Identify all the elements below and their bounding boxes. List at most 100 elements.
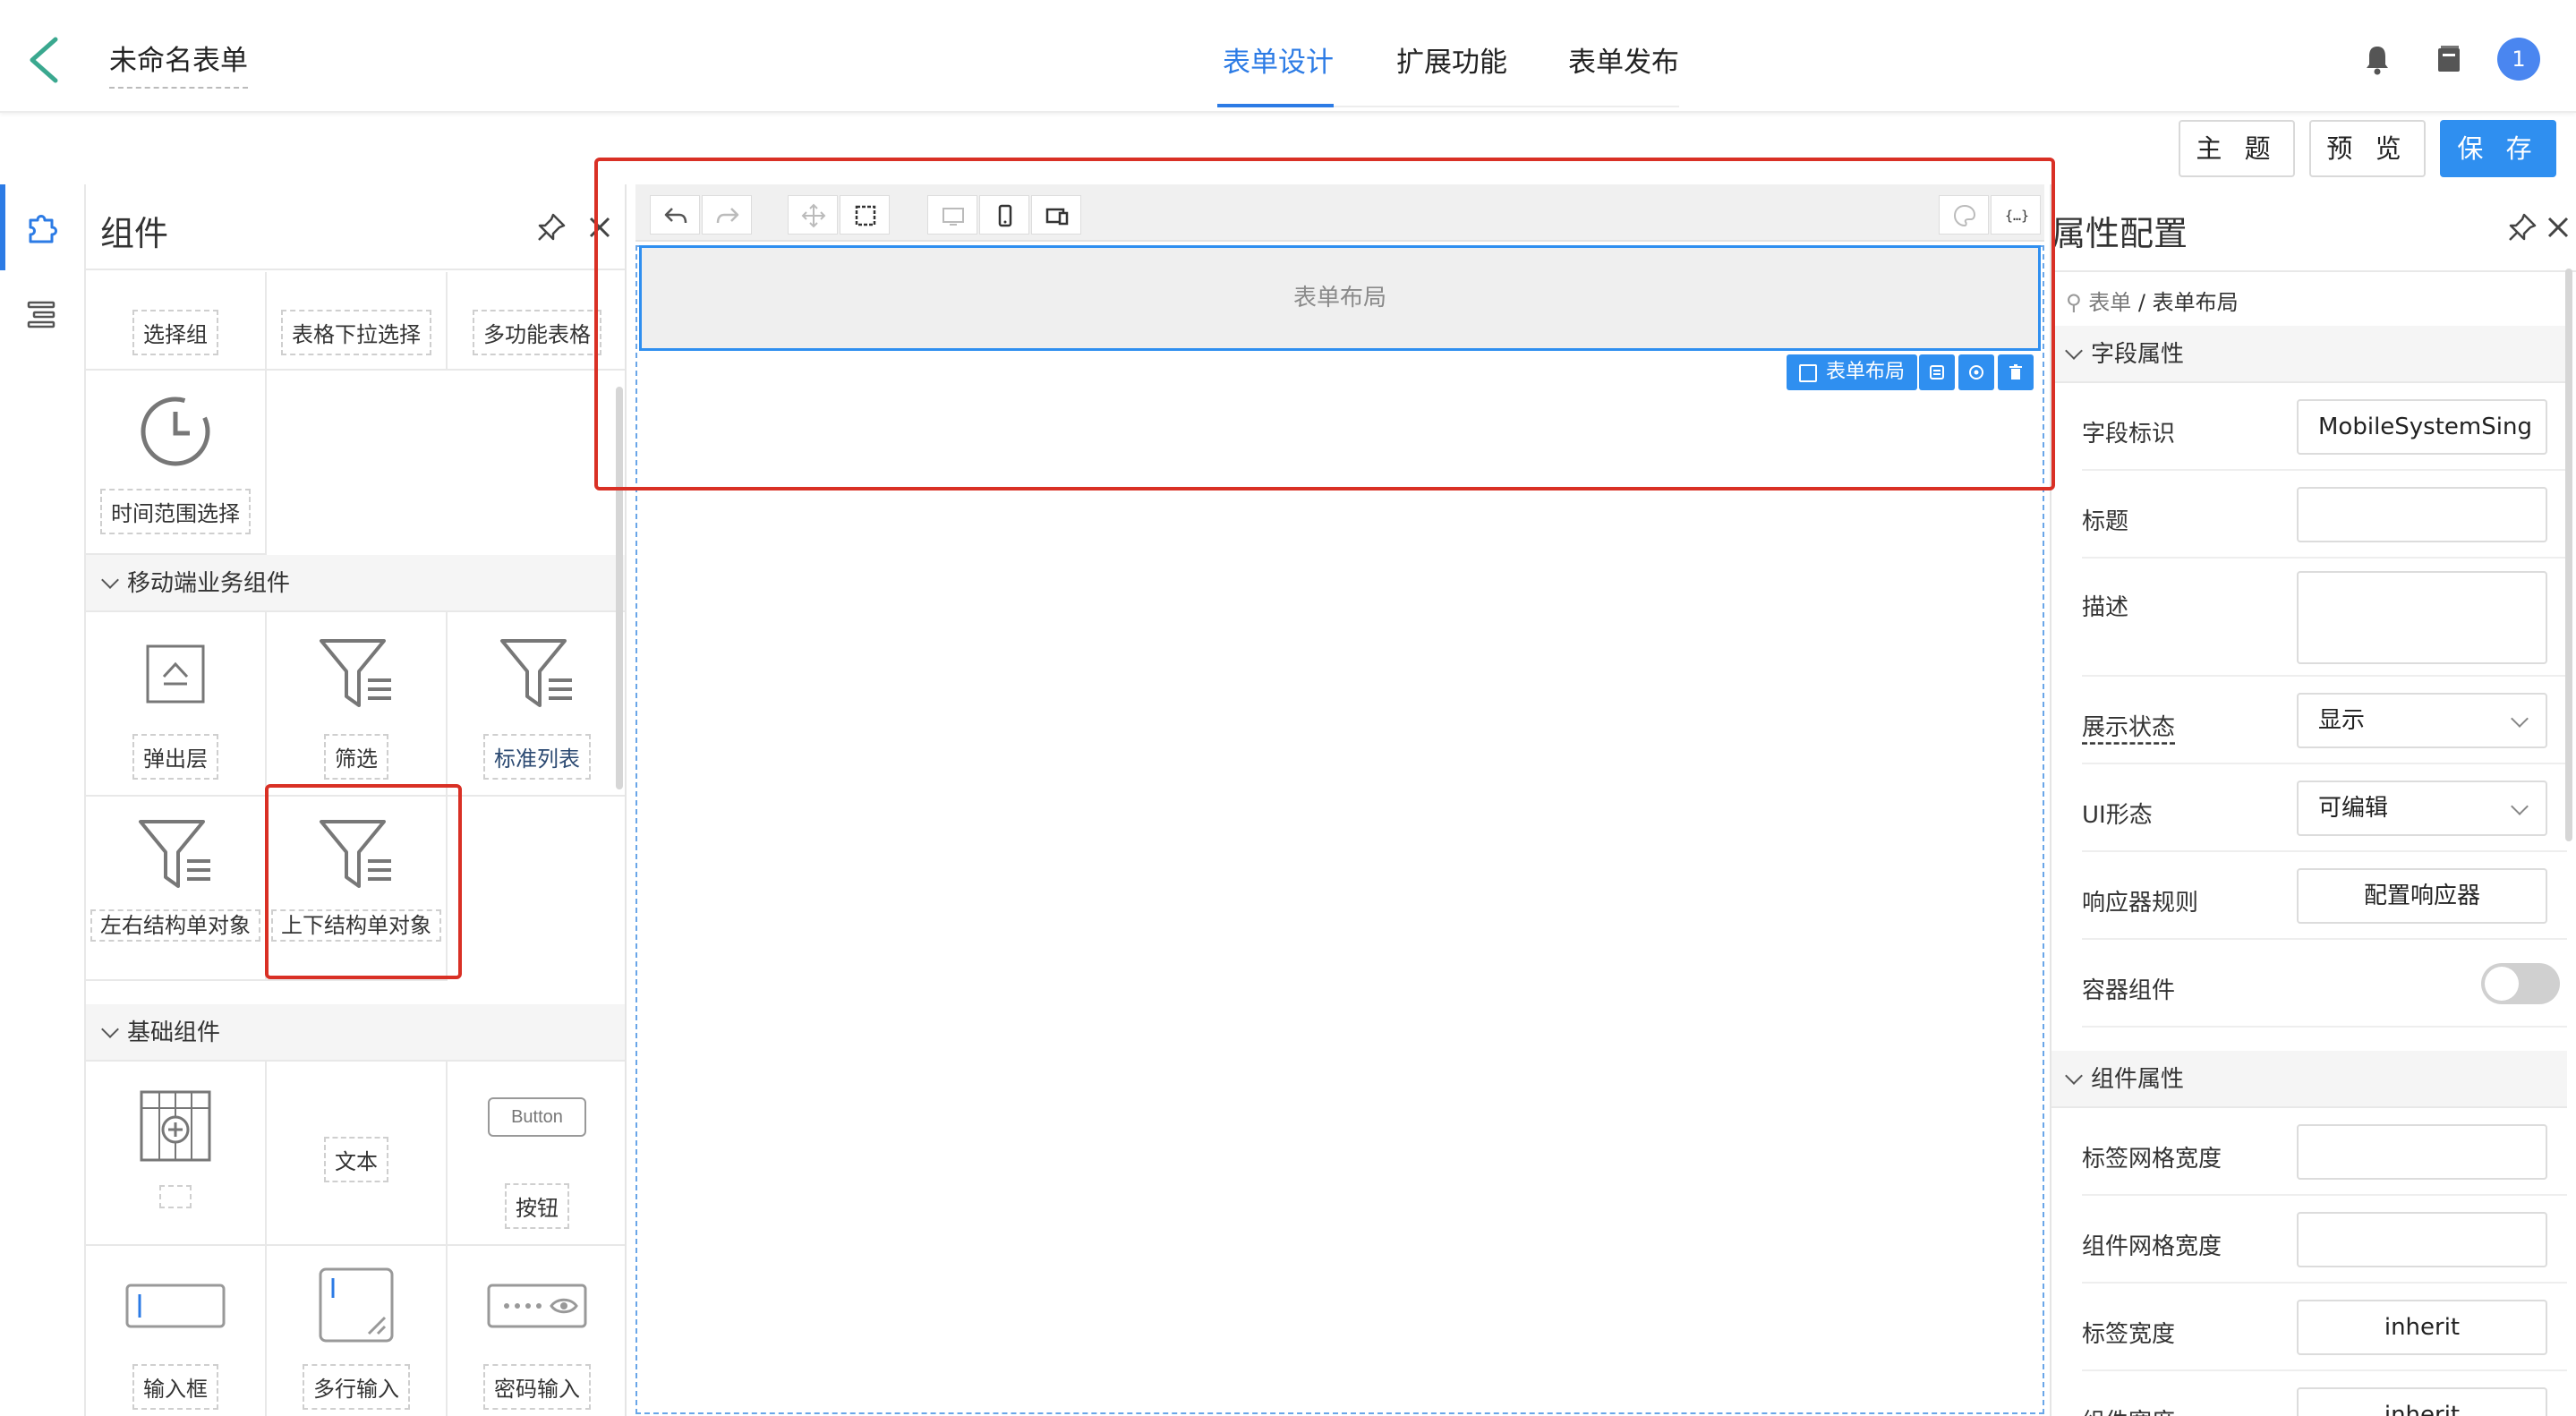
component-standard-list[interactable]: 标准列表 [448,612,625,797]
component-grid-layout[interactable] [86,1062,267,1246]
component-lr-single-object[interactable]: 左右结构单对象 [86,797,267,981]
redo-icon[interactable] [702,195,752,235]
rail-active-indicator [0,184,5,270]
section-title: 字段属性 [2091,341,2185,368]
prop-label: 展示状态 [2082,714,2176,741]
save-button[interactable]: 保 存 [2440,120,2556,177]
filter-icon [497,634,577,718]
outline-tree-icon[interactable] [23,295,63,335]
move-icon[interactable] [788,195,838,235]
component-multi-table[interactable]: 多功能表格 [448,272,625,371]
prop-row-display-state: 展示状态 显示 [2082,677,2567,764]
selected-component-tag[interactable]: 表单布局 [1787,354,1918,390]
component-label: 文本 [324,1137,388,1182]
prop-label: UI形态 [2082,802,2153,829]
component-time-range[interactable]: 时间范围选择 [86,371,267,555]
select-area-icon[interactable] [840,195,890,235]
component-popup[interactable]: 弹出层 [86,612,267,797]
theme-button[interactable]: 主 题 [2179,120,2295,177]
code-icon[interactable]: {…} [1991,195,2041,235]
component-grid-width-input[interactable] [2297,1212,2547,1267]
component-password[interactable]: 密码输入 [448,1246,625,1416]
close-icon[interactable] [2542,211,2574,243]
form-title[interactable]: 未命名表单 [109,38,248,89]
back-arrow-icon[interactable] [23,34,66,86]
component-button[interactable]: Button 按钮 [448,1062,625,1246]
copy-icon[interactable] [1919,354,1955,390]
puzzle-icon[interactable] [23,208,63,247]
ui-mode-select[interactable]: 可编辑 [2297,781,2547,836]
breadcrumb-root[interactable]: 表单 [2088,290,2131,315]
component-label: 按钮 [505,1183,569,1229]
form-drop-area[interactable] [635,245,2044,1414]
section-title: 移动端业务组件 [127,570,291,597]
section-field-properties[interactable]: 字段属性 [2051,326,2567,383]
section-basic-components[interactable]: 基础组件 [86,1004,625,1062]
field-id-input[interactable]: MobileSystemSing [2297,399,2547,455]
palette-icon[interactable] [1939,195,1989,235]
prop-row-responder: 响应器规则 配置响应器 [2082,852,2567,940]
section-component-properties[interactable]: 组件属性 [2051,1051,2567,1108]
preview-button[interactable]: 预 览 [2309,120,2426,177]
breadcrumb: ⚲ 表单 / 表单布局 [2066,285,2239,316]
component-textarea[interactable]: 多行输入 [267,1246,448,1416]
prop-label: 描述 [2082,594,2129,621]
password-icon [487,1284,587,1332]
tablet-icon[interactable] [1031,195,1081,235]
popup-icon [144,643,207,709]
location-pin-icon: ⚲ [2066,290,2089,315]
component-text[interactable]: 文本 [267,1062,448,1246]
undo-icon[interactable] [650,195,700,235]
section-mobile-components[interactable]: 移动端业务组件 [86,555,625,612]
grid-layout-icon [138,1088,213,1167]
container-toggle[interactable] [2481,963,2560,1004]
properties-scrollbar[interactable] [2565,269,2572,841]
component-table-dropdown[interactable]: 表格下拉选择 [267,272,448,371]
component-filter[interactable]: 筛选 [267,612,448,797]
filter-icon [135,815,216,899]
prop-row-component-width: 组件宽度 inherit [2082,1371,2567,1416]
prop-row-label-width: 标签宽度 inherit [2082,1284,2567,1371]
left-icon-rail [0,184,86,1416]
select-value: 显示 [2318,707,2366,734]
tab-publish[interactable]: 表单发布 [1568,39,1679,80]
archive-icon[interactable] [2431,41,2467,77]
design-canvas: {…} 表单布局 表单布局 [627,184,2050,1416]
components-scrollbar[interactable] [616,387,623,789]
label-grid-width-input[interactable] [2297,1124,2547,1180]
component-width-input[interactable]: inherit [2297,1387,2547,1416]
title-input[interactable] [2297,487,2547,542]
locate-icon[interactable] [1958,354,1994,390]
configure-responder-button[interactable]: 配置响应器 [2297,868,2547,924]
delete-icon[interactable] [1998,354,2034,390]
pin-icon[interactable] [535,211,567,243]
tab-form-design[interactable]: 表单设计 [1223,39,1334,80]
prop-row-field-id: 字段标识 MobileSystemSing [2082,383,2567,471]
form-layout-block[interactable]: 表单布局 [639,245,2041,351]
component-select-group[interactable]: 选择组 [86,272,267,371]
component-label: 多行输入 [303,1364,410,1410]
component-input[interactable]: 输入框 [86,1246,267,1416]
label-width-input[interactable]: inherit [2297,1300,2547,1355]
input-icon [125,1284,226,1332]
pin-icon[interactable] [2506,211,2538,243]
component-label: 左右结构单对象 [90,909,260,942]
tab-extensions[interactable]: 扩展功能 [1396,39,1507,80]
close-icon[interactable] [584,211,616,243]
bell-icon[interactable] [2359,41,2395,77]
avatar[interactable]: 1 [2497,38,2540,81]
mobile-icon[interactable] [979,195,1029,235]
component-tb-single-object[interactable]: 上下结构单对象 [267,797,448,981]
chevron-down-icon [2511,798,2529,815]
description-textarea[interactable] [2297,571,2547,664]
component-label: 上下结构单对象 [271,909,441,942]
layout-block-label: 表单布局 [1292,285,1386,311]
active-tab-indicator [1217,104,1334,107]
desktop-icon[interactable] [927,195,977,235]
display-state-select[interactable]: 显示 [2297,693,2547,748]
component-label [159,1185,192,1208]
component-label: 多功能表格 [473,310,601,355]
section-title: 组件属性 [2091,1066,2185,1093]
svg-text:{…}: {…} [2005,208,2029,224]
action-bar: 主 题 预 览 保 存 [0,113,2576,184]
